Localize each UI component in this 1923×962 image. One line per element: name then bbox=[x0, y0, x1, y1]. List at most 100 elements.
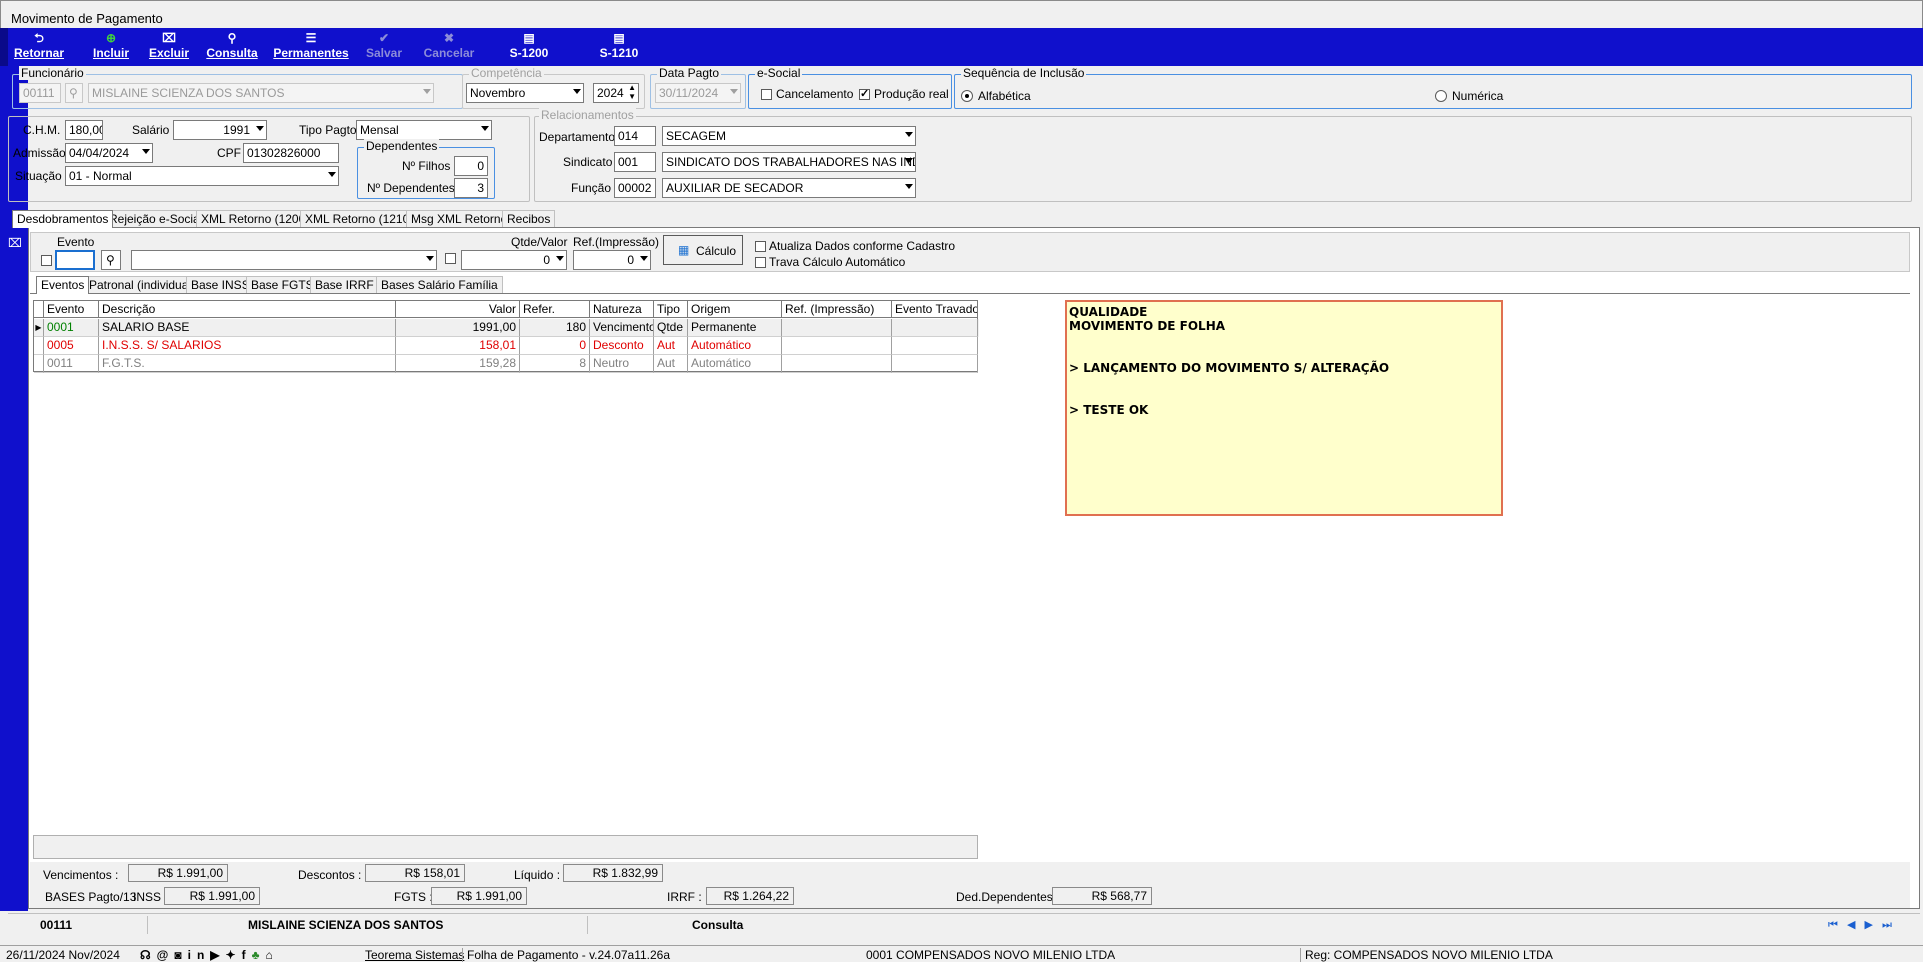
tab-xml-retorno-1210[interactable]: XML Retorno (1210) bbox=[300, 210, 419, 228]
evento-bar: Evento ⚲ Qtde/Valor 0 Ref.(Impressão) 0 … bbox=[30, 232, 1910, 272]
qtde-input[interactable]: 0 bbox=[461, 250, 567, 270]
cell-descricao: F.G.T.S. bbox=[99, 355, 396, 373]
tab-desdobramentos[interactable]: Desdobramentos bbox=[12, 210, 114, 228]
dependentes-group: Dependentes Nº Filhos 0 Nº Dependentes 3 bbox=[357, 139, 495, 199]
numerica-radio[interactable] bbox=[1435, 90, 1447, 102]
col-evento[interactable]: Evento bbox=[44, 301, 99, 318]
last-record-icon[interactable]: ⏭ bbox=[1882, 919, 1892, 931]
excluir-button[interactable]: ⌧ Excluir bbox=[144, 31, 194, 64]
evento-description-select[interactable] bbox=[131, 250, 437, 270]
cell-evento: 0001 bbox=[44, 319, 99, 337]
trava-checkbox[interactable] bbox=[755, 257, 766, 268]
table-row[interactable]: 0005 I.N.S.S. S/ SALARIOS 158,01 0 Desco… bbox=[34, 337, 979, 355]
sindicato-value: SINDICATO DOS TRABALHADORES NAS INDU bbox=[666, 155, 916, 169]
tab-bases-salario-familia[interactable]: Bases Salário Família bbox=[376, 276, 503, 294]
chevron-down-icon bbox=[142, 149, 150, 154]
qtde-checkbox[interactable] bbox=[445, 253, 456, 264]
evento-search-button[interactable]: ⚲ bbox=[101, 250, 121, 270]
funcionario-group: Funcionário 00111 ⚲ MISLAINE SCIENZA DOS… bbox=[12, 66, 463, 109]
admissao-value: 04/04/2024 bbox=[69, 146, 130, 160]
data-pagto-input[interactable]: 30/11/2024 bbox=[655, 83, 741, 103]
incluir-button[interactable]: ⊕ Incluir bbox=[86, 31, 136, 64]
tab-xml-retorno-1200[interactable]: XML Retorno (1200) bbox=[196, 210, 315, 228]
admissao-input[interactable]: 04/04/2024 bbox=[65, 143, 153, 163]
col-descricao[interactable]: Descrição bbox=[99, 301, 396, 318]
s1210-button[interactable]: ▤ S-1210 bbox=[596, 31, 642, 64]
departamento-select[interactable]: SECAGEM bbox=[662, 126, 916, 146]
linkedin-icon[interactable]: in bbox=[188, 948, 211, 962]
evento-checkbox[interactable] bbox=[41, 255, 52, 266]
producao-real-checkbox[interactable] bbox=[859, 87, 870, 100]
col-evento-travado[interactable]: Evento Travado bbox=[892, 301, 978, 318]
situacao-select[interactable]: 01 - Normal bbox=[65, 166, 339, 186]
competencia-month-select[interactable]: Novembro bbox=[466, 83, 584, 103]
departamento-code-input[interactable]: 014 bbox=[614, 126, 656, 146]
calculo-button[interactable]: ▦ Cálculo bbox=[663, 235, 743, 265]
plant-icon[interactable]: ♣ bbox=[252, 948, 266, 962]
instagram-icon[interactable]: ◙ bbox=[174, 948, 187, 962]
grid-horizontal-scrollbar[interactable] bbox=[33, 835, 978, 859]
cpf-input[interactable]: 01302826000 bbox=[243, 143, 339, 163]
s1200-button[interactable]: ▤ S-1200 bbox=[506, 31, 552, 64]
competencia-year-spinner[interactable]: 2024 ▲ ▼ bbox=[593, 83, 639, 103]
retornar-button[interactable]: ⮌ Retornar bbox=[14, 31, 64, 64]
atualiza-checkbox[interactable] bbox=[755, 241, 766, 252]
funcionario-name-select[interactable]: MISLAINE SCIENZA DOS SANTOS bbox=[88, 83, 434, 103]
alfabetica-radio[interactable] bbox=[961, 90, 973, 102]
funcao-code-input[interactable]: 00002 bbox=[614, 178, 656, 198]
sindicato-label: Sindicato bbox=[563, 155, 613, 169]
observation-note[interactable]: QUALIDADE MOVIMENTO DE FOLHA > LANÇAMENT… bbox=[1065, 300, 1503, 516]
graduation-icon[interactable]: ⌂ bbox=[265, 948, 278, 962]
tab-eventos[interactable]: Eventos bbox=[36, 276, 90, 294]
sindicato-select[interactable]: SINDICATO DOS TRABALHADORES NAS INDU bbox=[662, 152, 916, 172]
sidebar-tool-icon[interactable]: ⌧ bbox=[8, 236, 22, 250]
tab-recibos[interactable]: Recibos bbox=[502, 210, 556, 228]
search-icon: ⚲ bbox=[106, 253, 115, 267]
cancelar-button[interactable]: ✖ Cancelar bbox=[422, 31, 476, 64]
tab-patronal[interactable]: Patronal (individual) bbox=[84, 276, 201, 294]
facebook-icon[interactable]: f bbox=[242, 948, 252, 962]
col-refer[interactable]: Refer. bbox=[520, 301, 590, 318]
col-natureza[interactable]: Natureza bbox=[590, 301, 654, 318]
permanentes-button[interactable]: ☰ Permanentes bbox=[272, 31, 350, 64]
funcionario-code-input[interactable]: 00111 bbox=[19, 83, 61, 103]
tab-rejeicao-esocial[interactable]: Rejeição e-Social bbox=[104, 210, 208, 228]
first-record-icon[interactable]: ⏮ bbox=[1828, 919, 1838, 931]
ded-dependentes-label: Ded.Dependentes bbox=[956, 890, 1053, 904]
consulta-button[interactable]: ⚲ Consulta bbox=[204, 31, 260, 64]
at-icon[interactable]: @ bbox=[157, 948, 175, 962]
dependentes-input[interactable]: 3 bbox=[454, 178, 488, 198]
cell-tipo: Qtde bbox=[654, 319, 688, 337]
ref-impressao-input[interactable]: 0 bbox=[573, 250, 651, 270]
sindicato-code-input[interactable]: 001 bbox=[614, 152, 656, 172]
tipo-pagto-select[interactable]: Mensal bbox=[356, 120, 492, 140]
salario-select[interactable]: 1991 bbox=[173, 120, 267, 140]
col-tipo[interactable]: Tipo bbox=[654, 301, 688, 318]
chm-input[interactable]: 180,00 bbox=[65, 120, 103, 140]
tab-base-fgts[interactable]: Base FGTS bbox=[246, 276, 319, 294]
funcionario-name: MISLAINE SCIENZA DOS SANTOS bbox=[92, 86, 285, 100]
tab-msg-xml-retorno[interactable]: Msg XML Retorno bbox=[406, 210, 513, 228]
youtube-icon[interactable]: ▶ bbox=[210, 948, 225, 962]
col-ref-impressao[interactable]: Ref. (Impressão) bbox=[782, 301, 892, 318]
funcao-select[interactable]: AUXILIAR DE SECADOR bbox=[662, 178, 916, 198]
funcionario-search-button[interactable]: ⚲ bbox=[65, 83, 83, 103]
evento-code-input[interactable] bbox=[55, 250, 95, 270]
table-row[interactable]: ▶ 0001 SALARIO BASE 1991,00 180 Vencimen… bbox=[34, 319, 979, 337]
table-row[interactable]: 0011 F.G.T.S. 159,28 8 Neutro Aut Automá… bbox=[34, 355, 979, 373]
tab-base-inss[interactable]: Base INSS bbox=[186, 276, 255, 294]
chevron-down-icon bbox=[328, 172, 336, 177]
twitter-icon[interactable]: ✦ bbox=[226, 948, 242, 962]
cell-valor: 159,28 bbox=[396, 355, 520, 373]
prev-record-icon[interactable]: ◀ bbox=[1847, 919, 1855, 931]
salvar-button[interactable]: ✔ Salvar bbox=[362, 31, 406, 64]
teorema-link[interactable]: Teorema Sistemas bbox=[365, 948, 464, 962]
cancelamento-checkbox[interactable] bbox=[761, 89, 772, 100]
next-record-icon[interactable]: ▶ bbox=[1865, 919, 1873, 931]
tipo-pagto-label: Tipo Pagto bbox=[299, 123, 357, 137]
filhos-input[interactable]: 0 bbox=[454, 156, 488, 176]
col-valor[interactable]: Valor bbox=[396, 301, 520, 318]
headset-icon[interactable]: ☊ bbox=[140, 948, 157, 962]
col-origem[interactable]: Origem bbox=[688, 301, 782, 318]
tab-base-irrf[interactable]: Base IRRF bbox=[310, 276, 379, 294]
